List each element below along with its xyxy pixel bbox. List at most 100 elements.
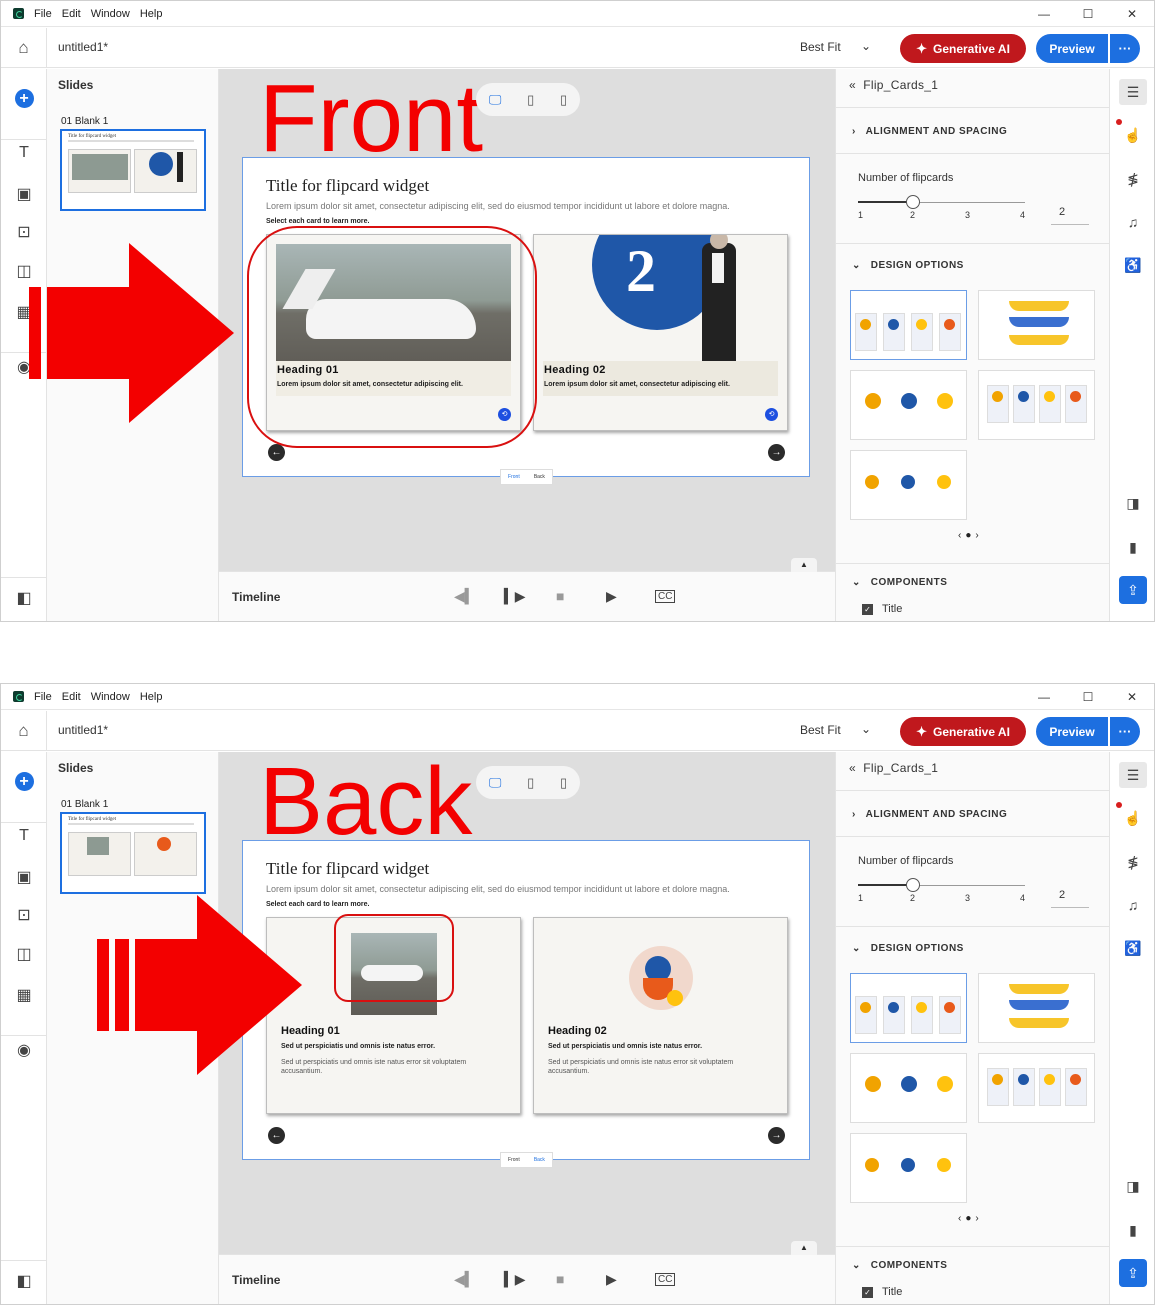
alignment-header[interactable]: › ALIGNMENT AND SPACING	[852, 126, 1007, 137]
design-option-2[interactable]	[978, 290, 1095, 360]
design-pager[interactable]: ‹●›	[958, 530, 983, 541]
slide-body[interactable]: Lorem ipsum dolor sit amet, consectetur …	[266, 884, 730, 894]
flipcards-slider[interactable]	[858, 878, 1025, 892]
minimize-button[interactable]: —	[1022, 684, 1066, 710]
slide-title[interactable]: Title for flipcard widget	[266, 859, 429, 879]
document-icon[interactable]: ▮	[1110, 539, 1154, 556]
slide-thumbnail[interactable]: Title for flipcard widget	[60, 129, 206, 211]
design-option-2[interactable]	[978, 973, 1095, 1043]
captions-icon[interactable]: CC	[655, 590, 676, 603]
prev-arrow-icon[interactable]: ←	[268, 444, 285, 461]
menu-window[interactable]: Window	[91, 691, 130, 703]
record-icon[interactable]: ◉	[1, 1035, 47, 1060]
text-icon[interactable]: T	[1, 139, 47, 162]
panel-layout-icon[interactable]: ◨	[1110, 495, 1154, 512]
step-icon[interactable]: ▍▶	[504, 1271, 526, 1288]
slide-instruction[interactable]: Select each card to learn more.	[266, 218, 370, 225]
slide-thumbnail[interactable]: Title for flipcard widget	[60, 812, 206, 894]
flipcards-number-input[interactable]: 2	[1050, 889, 1090, 908]
preview-button[interactable]: Preview	[1036, 34, 1108, 63]
back-toggle[interactable]: Back	[534, 474, 545, 480]
menu-edit[interactable]: Edit	[62, 691, 81, 703]
title-checkbox[interactable]: ✓	[862, 1287, 873, 1298]
chevron-down-icon[interactable]: ⌄	[861, 39, 871, 53]
audio-icon[interactable]: ♫	[1110, 897, 1154, 913]
design-option-3[interactable]	[850, 1053, 967, 1123]
alignment-section[interactable]: › ALIGNMENT AND SPACING	[836, 107, 1110, 153]
collapse-timeline-icon[interactable]: ▲	[791, 1241, 817, 1255]
next-arrow-icon[interactable]: →	[768, 444, 785, 461]
accessibility-icon[interactable]: ♿	[1110, 257, 1154, 274]
menu-help[interactable]: Help	[140, 691, 163, 703]
properties-icon[interactable]: ☰	[1110, 762, 1154, 788]
close-button[interactable]: ✕	[1110, 1, 1154, 27]
slider-knob[interactable]	[906, 878, 920, 892]
design-options-header[interactable]: ⌄ DESIGN OPTIONS	[852, 260, 964, 271]
design-option-5[interactable]	[850, 1133, 967, 1203]
home-icon[interactable]: ⌂	[1, 28, 47, 68]
animation-icon[interactable]: ≸	[1110, 171, 1154, 188]
design-options-header[interactable]: ⌄ DESIGN OPTIONS	[852, 943, 964, 954]
properties-icon[interactable]: ☰	[1110, 79, 1154, 105]
generative-ai-button[interactable]: ✦ Generative AI	[900, 34, 1026, 63]
generative-ai-button[interactable]: ✦ Generative AI	[900, 717, 1026, 746]
design-option-5[interactable]	[850, 450, 967, 520]
captions-icon[interactable]: CC	[655, 1273, 676, 1286]
design-pager[interactable]: ‹●›	[958, 1213, 983, 1224]
title-checkbox[interactable]: ✓	[862, 604, 873, 615]
publish-icon[interactable]: ⇪	[1110, 1259, 1154, 1287]
more-options-button[interactable]: ···	[1110, 34, 1140, 63]
zoom-select[interactable]: Best Fit	[800, 723, 841, 737]
document-icon[interactable]: ▮	[1110, 1222, 1154, 1239]
text-icon[interactable]: T	[1, 822, 47, 845]
interaction-icon[interactable]: ⊡	[1, 222, 47, 242]
media-icon[interactable]: ▣	[1, 867, 47, 887]
menu-help[interactable]: Help	[140, 8, 163, 20]
flip-icon[interactable]: ⟲	[765, 408, 778, 421]
back-toggle[interactable]: Back	[534, 1157, 545, 1163]
prev-arrow-icon[interactable]: ←	[268, 1127, 285, 1144]
menu-window[interactable]: Window	[91, 8, 130, 20]
media-icon[interactable]: ▣	[1, 184, 47, 204]
add-icon[interactable]: +	[1, 772, 47, 791]
flipcards-number-input[interactable]: 2	[1050, 206, 1090, 225]
menu-edit[interactable]: Edit	[62, 8, 81, 20]
home-icon[interactable]: ⌂	[1, 711, 47, 751]
interactions-icon[interactable]: ☝	[1110, 127, 1154, 144]
design-option-1[interactable]	[850, 973, 967, 1043]
components-header[interactable]: ⌄ COMPONENTS	[852, 1260, 947, 1271]
rewind-icon[interactable]: ◀▍	[454, 1271, 476, 1288]
design-option-3[interactable]	[850, 370, 967, 440]
more-options-button[interactable]: ···	[1110, 717, 1140, 746]
panel-toggle-icon[interactable]: ◧	[1, 577, 47, 621]
flipcard-2-back[interactable]: Heading 02 Sed ut perspiciatis und omnis…	[533, 917, 788, 1114]
stop-icon[interactable]: ■	[556, 1271, 564, 1287]
maximize-button[interactable]: ☐	[1066, 684, 1110, 710]
flipcards-slider[interactable]	[858, 195, 1025, 209]
publish-icon[interactable]: ⇪	[1110, 576, 1154, 604]
phone-icon[interactable]: ▯	[560, 775, 567, 791]
alignment-section[interactable]: › ALIGNMENT AND SPACING	[836, 790, 1110, 836]
slide-title[interactable]: Title for flipcard widget	[266, 176, 429, 196]
design-option-4[interactable]	[978, 370, 1095, 440]
flipcard-2[interactable]: 2 Heading 02 Lorem ipsum dolor sit amet,…	[533, 234, 788, 431]
slide-body[interactable]: Lorem ipsum dolor sit amet, consectetur …	[266, 201, 730, 211]
minimize-button[interactable]: —	[1022, 1, 1066, 27]
widget-icon[interactable]: ◫	[1, 944, 47, 964]
panel-layout-icon[interactable]: ◨	[1110, 1178, 1154, 1195]
front-toggle[interactable]: Front	[508, 1157, 520, 1163]
next-arrow-icon[interactable]: →	[768, 1127, 785, 1144]
slider-knob[interactable]	[906, 195, 920, 209]
tablet-icon[interactable]: ▯	[527, 92, 534, 108]
add-icon[interactable]: +	[1, 89, 47, 108]
collapse-timeline-icon[interactable]: ▲	[791, 558, 817, 572]
accessibility-icon[interactable]: ♿	[1110, 940, 1154, 957]
design-option-1[interactable]	[850, 290, 967, 360]
alignment-header[interactable]: › ALIGNMENT AND SPACING	[852, 809, 1007, 820]
preview-button[interactable]: Preview	[1036, 717, 1108, 746]
play-icon[interactable]: ▶	[606, 588, 617, 605]
design-option-4[interactable]	[978, 1053, 1095, 1123]
interactions-icon[interactable]: ☝	[1110, 810, 1154, 827]
panel-toggle-icon[interactable]: ◧	[1, 1260, 47, 1304]
interaction-icon[interactable]: ⊡	[1, 905, 47, 925]
